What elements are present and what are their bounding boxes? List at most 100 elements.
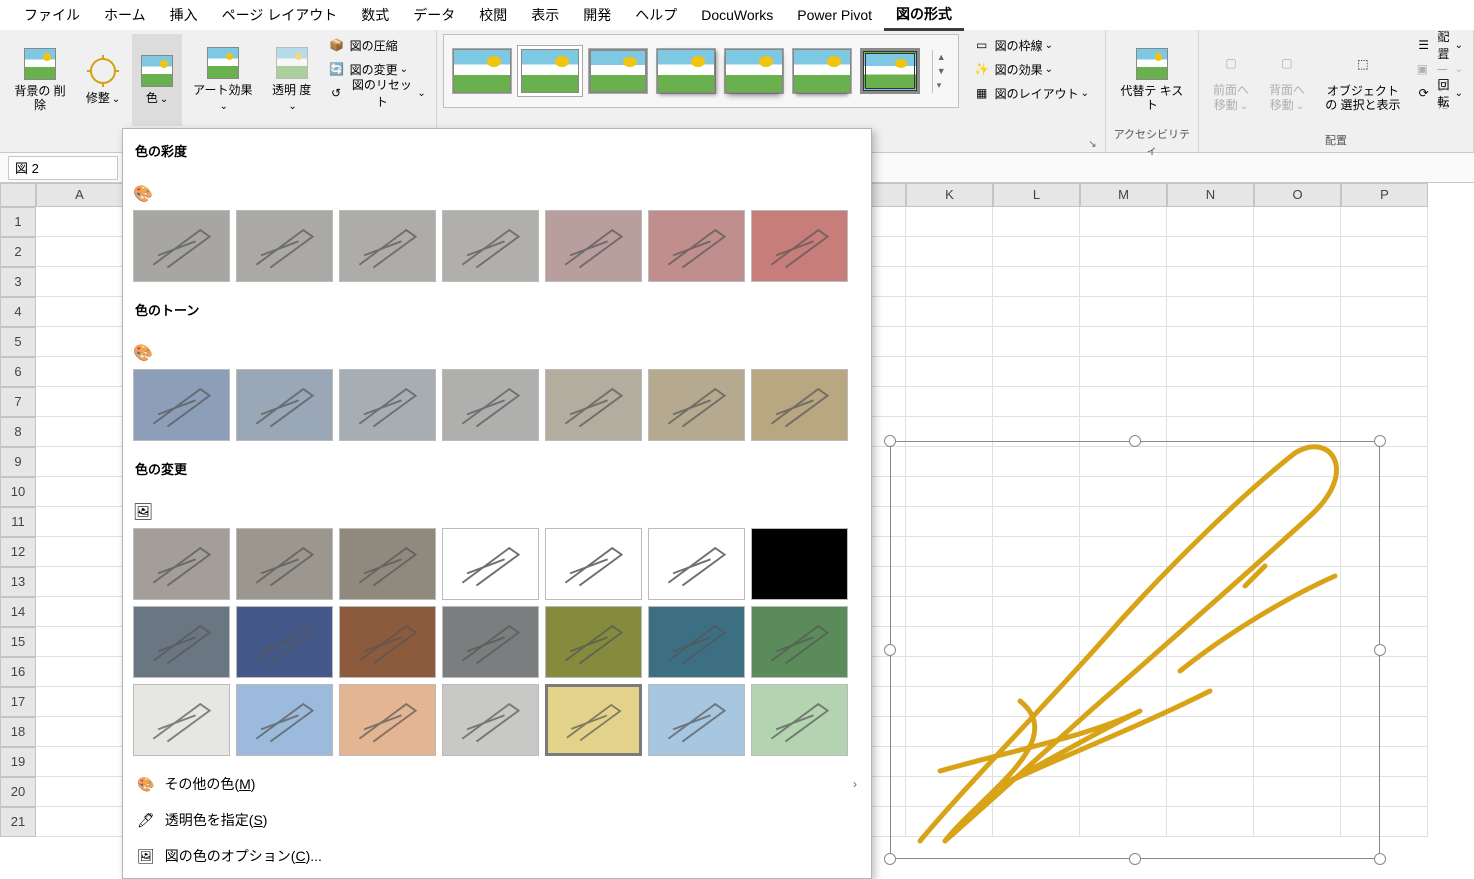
cell[interactable] (36, 417, 123, 447)
cell[interactable] (1080, 387, 1167, 417)
menu-help[interactable]: ヘルプ (623, 1, 689, 29)
color-options-item[interactable]: 🖼 図の色のオプション(C)... (123, 838, 871, 874)
cell[interactable] (36, 537, 123, 567)
saturation-swatch-2[interactable] (339, 210, 436, 282)
col-header-M[interactable]: M (1080, 183, 1167, 207)
row-header-11[interactable]: 11 (0, 507, 36, 537)
saturation-swatch-3[interactable] (442, 210, 539, 282)
row-header-16[interactable]: 16 (0, 657, 36, 687)
cell[interactable] (993, 387, 1080, 417)
cell[interactable] (1080, 207, 1167, 237)
tone-swatch-3[interactable] (442, 369, 539, 441)
menu-file[interactable]: ファイル (12, 1, 92, 29)
cell[interactable] (36, 777, 123, 807)
row-header-19[interactable]: 19 (0, 747, 36, 777)
cell[interactable] (1341, 297, 1428, 327)
recolor-swatch-12[interactable] (648, 606, 745, 678)
recolor-swatch-4[interactable] (545, 528, 642, 600)
resize-handle-br[interactable] (1374, 853, 1386, 865)
col-header-P[interactable]: P (1341, 183, 1428, 207)
cell[interactable] (1254, 267, 1341, 297)
select-all-corner[interactable] (0, 183, 36, 207)
cell[interactable] (1080, 357, 1167, 387)
cell[interactable] (1341, 357, 1428, 387)
menu-developer[interactable]: 開発 (571, 1, 623, 29)
row-header-17[interactable]: 17 (0, 687, 36, 717)
cell[interactable] (1167, 207, 1254, 237)
picture-effects-button[interactable]: ✨ 図の効果 (969, 58, 1099, 80)
saturation-swatch-6[interactable] (751, 210, 848, 282)
cell[interactable] (906, 207, 993, 237)
style-thumb-3[interactable] (588, 48, 648, 94)
cell[interactable] (993, 357, 1080, 387)
cell[interactable] (36, 657, 123, 687)
row-header-4[interactable]: 4 (0, 297, 36, 327)
recolor-swatch-0[interactable] (133, 528, 230, 600)
menu-page-layout[interactable]: ページ レイアウト (210, 1, 350, 29)
cell[interactable] (993, 297, 1080, 327)
compress-pictures-button[interactable]: 📦 図の圧縮 (324, 34, 430, 56)
cell[interactable] (906, 387, 993, 417)
cell[interactable] (36, 567, 123, 597)
cell[interactable] (906, 327, 993, 357)
cell[interactable] (1167, 327, 1254, 357)
transparency-button[interactable]: 透明 度 (264, 34, 320, 126)
recolor-swatch-20[interactable] (751, 684, 848, 756)
cell[interactable] (1341, 387, 1428, 417)
cell[interactable] (993, 237, 1080, 267)
resize-handle-bm[interactable] (1129, 853, 1141, 865)
col-header-A[interactable]: A (36, 183, 123, 207)
cell[interactable] (36, 357, 123, 387)
row-header-9[interactable]: 9 (0, 447, 36, 477)
saturation-swatch-1[interactable] (236, 210, 333, 282)
name-box[interactable] (8, 156, 118, 180)
menu-docuworks[interactable]: DocuWorks (689, 3, 785, 27)
col-header-K[interactable]: K (906, 183, 993, 207)
canvas-picture[interactable] (890, 441, 1380, 859)
row-header-12[interactable]: 12 (0, 537, 36, 567)
cell[interactable] (1167, 387, 1254, 417)
resize-handle-ml[interactable] (884, 644, 896, 656)
cell[interactable] (1254, 237, 1341, 267)
gallery-more-button[interactable]: ▲▼▾ (932, 50, 950, 93)
row-header-15[interactable]: 15 (0, 627, 36, 657)
recolor-swatch-7[interactable] (133, 606, 230, 678)
cell[interactable] (1167, 267, 1254, 297)
style-thumb-1[interactable] (452, 48, 512, 94)
tone-swatch-6[interactable] (751, 369, 848, 441)
col-header-O[interactable]: O (1254, 183, 1341, 207)
cell[interactable] (36, 447, 123, 477)
row-header-2[interactable]: 2 (0, 237, 36, 267)
menu-view[interactable]: 表示 (519, 1, 571, 29)
row-header-21[interactable]: 21 (0, 807, 36, 837)
bring-forward-button[interactable]: ▢ 前面へ 移動 (1205, 34, 1257, 126)
recolor-swatch-5[interactable] (648, 528, 745, 600)
cell[interactable] (1080, 237, 1167, 267)
recolor-swatch-18[interactable] (545, 684, 642, 756)
menu-picture-format[interactable]: 図の形式 (884, 0, 964, 31)
picture-layout-button[interactable]: ▦ 図のレイアウト (969, 82, 1099, 104)
menu-powerpivot[interactable]: Power Pivot (785, 3, 884, 27)
cell[interactable] (1080, 297, 1167, 327)
rotate-button[interactable]: ⟳ 回転 (1413, 82, 1467, 104)
more-colors-item[interactable]: 🎨 その他の色(M) › (123, 766, 871, 802)
style-thumb-2[interactable] (520, 48, 580, 94)
picture-styles-gallery[interactable]: ▲▼▾ (443, 34, 959, 108)
menu-insert[interactable]: 挿入 (158, 1, 210, 29)
recolor-swatch-9[interactable] (339, 606, 436, 678)
cell[interactable] (1167, 297, 1254, 327)
recolor-swatch-3[interactable] (442, 528, 539, 600)
cell[interactable] (36, 387, 123, 417)
cell[interactable] (36, 627, 123, 657)
style-thumb-4[interactable] (656, 48, 716, 94)
recolor-swatch-14[interactable] (133, 684, 230, 756)
menu-data[interactable]: データ (401, 1, 467, 29)
cell[interactable] (993, 327, 1080, 357)
cell[interactable] (36, 717, 123, 747)
recolor-swatch-19[interactable] (648, 684, 745, 756)
cell[interactable] (1341, 327, 1428, 357)
cell[interactable] (906, 237, 993, 267)
row-header-1[interactable]: 1 (0, 207, 36, 237)
recolor-swatch-16[interactable] (339, 684, 436, 756)
cell[interactable] (906, 297, 993, 327)
